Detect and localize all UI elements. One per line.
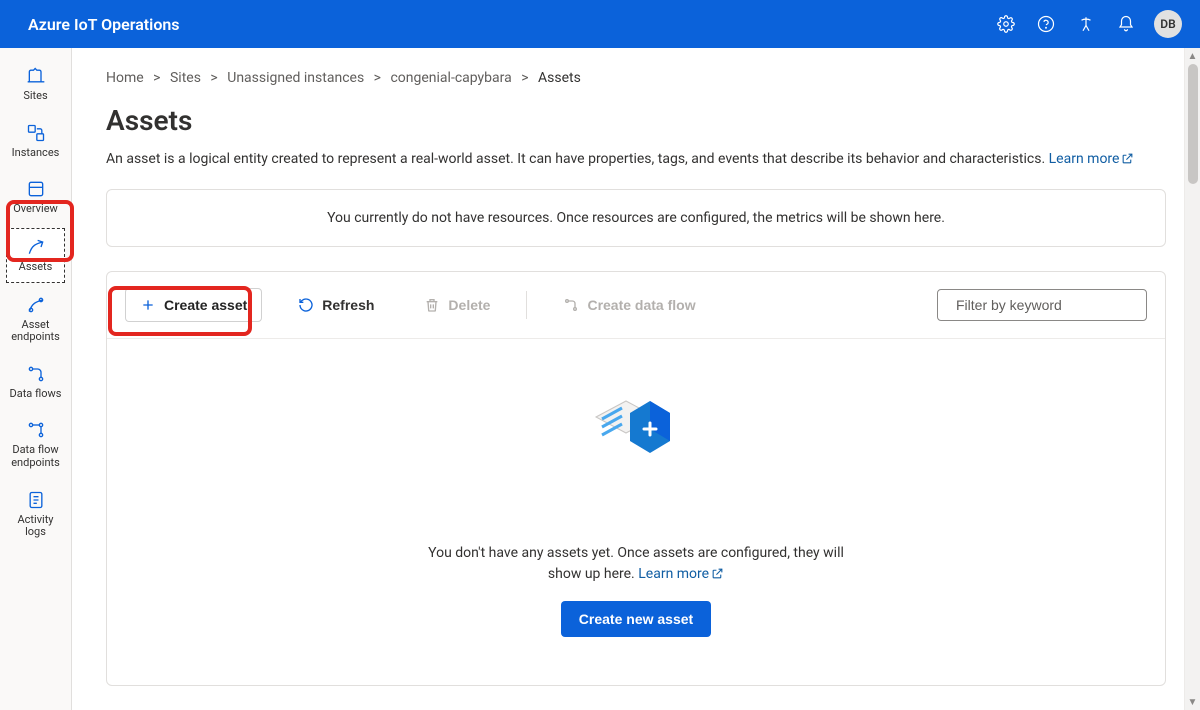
- scrollbar-thumb[interactable]: [1188, 64, 1198, 184]
- sidebar-item-label: Sites: [23, 90, 47, 103]
- scroll-down-arrow[interactable]: ▼: [1185, 694, 1200, 710]
- sidebar-item-label: Activity logs: [8, 514, 63, 539]
- header: Azure IoT Operations DB: [0, 0, 1200, 48]
- page-title: Assets: [106, 104, 1166, 137]
- external-link-icon: [711, 566, 724, 587]
- external-link-icon: [1121, 152, 1134, 169]
- breadcrumb-item[interactable]: Unassigned instances: [227, 70, 364, 86]
- filter-input[interactable]: [956, 297, 1137, 313]
- scrollbar[interactable]: ▲ ▼: [1184, 48, 1200, 710]
- main: Home > Sites > Unassigned instances > co…: [72, 48, 1200, 710]
- sidebar-item-label: Instances: [12, 147, 60, 160]
- sidebar-item-label: Data flows: [10, 388, 62, 401]
- create-asset-button[interactable]: Create asset: [125, 288, 262, 322]
- help-icon[interactable]: [1026, 0, 1066, 48]
- empty-state: You don't have any assets yet. Once asse…: [107, 339, 1165, 685]
- breadcrumb-item[interactable]: congenial-capybara: [390, 70, 511, 86]
- delete-button: Delete: [410, 288, 504, 322]
- metrics-empty-banner: You currently do not have resources. Onc…: [106, 189, 1166, 247]
- breadcrumb: Home > Sites > Unassigned instances > co…: [106, 70, 1166, 86]
- assets-card: Create asset Refresh Delete Create data …: [106, 271, 1166, 686]
- sidebar-item-activity-logs[interactable]: Activity logs: [6, 482, 65, 547]
- empty-learn-more-link[interactable]: Learn more: [638, 566, 724, 582]
- toolbar: Create asset Refresh Delete Create data …: [107, 272, 1165, 339]
- create-data-flow-button: Create data flow: [549, 288, 709, 322]
- empty-illustration: [586, 379, 686, 469]
- sidebar-item-label: Asset endpoints: [8, 319, 63, 344]
- sidebar-item-assets[interactable]: Assets: [6, 228, 65, 283]
- scroll-up-arrow[interactable]: ▲: [1185, 48, 1200, 64]
- feedback-icon[interactable]: [1066, 0, 1106, 48]
- settings-icon[interactable]: [986, 0, 1026, 48]
- sidebar-item-data-flows[interactable]: Data flows: [6, 356, 65, 409]
- sidebar-item-sites[interactable]: Sites: [6, 58, 65, 111]
- breadcrumb-item[interactable]: Sites: [170, 70, 201, 86]
- toolbar-divider: [526, 291, 527, 319]
- sidebar-item-label: Data flow endpoints: [8, 444, 63, 469]
- product-name: Azure IoT Operations: [28, 15, 986, 34]
- breadcrumb-current: Assets: [538, 70, 581, 86]
- notifications-icon[interactable]: [1106, 0, 1146, 48]
- sidebar-item-label: Overview: [13, 203, 58, 216]
- sidebar-item-asset-endpoints[interactable]: Asset endpoints: [6, 287, 65, 352]
- page-description: An asset is a logical entity created to …: [106, 151, 1166, 169]
- breadcrumb-item[interactable]: Home: [106, 70, 144, 86]
- filter-input-wrapper[interactable]: [937, 289, 1147, 321]
- sidebar: Sites Instances Overview Assets Asset en…: [0, 48, 72, 710]
- sidebar-item-data-flow-endpoints[interactable]: Data flow endpoints: [6, 412, 65, 477]
- learn-more-link[interactable]: Learn more: [1049, 151, 1135, 167]
- create-new-asset-button[interactable]: Create new asset: [561, 601, 711, 637]
- sidebar-item-instances[interactable]: Instances: [6, 115, 65, 168]
- avatar[interactable]: DB: [1154, 10, 1182, 38]
- sidebar-item-overview[interactable]: Overview: [6, 171, 65, 224]
- sidebar-item-label: Assets: [19, 261, 53, 274]
- refresh-button[interactable]: Refresh: [284, 288, 388, 322]
- empty-message: You don't have any assets yet. Once asse…: [416, 543, 856, 587]
